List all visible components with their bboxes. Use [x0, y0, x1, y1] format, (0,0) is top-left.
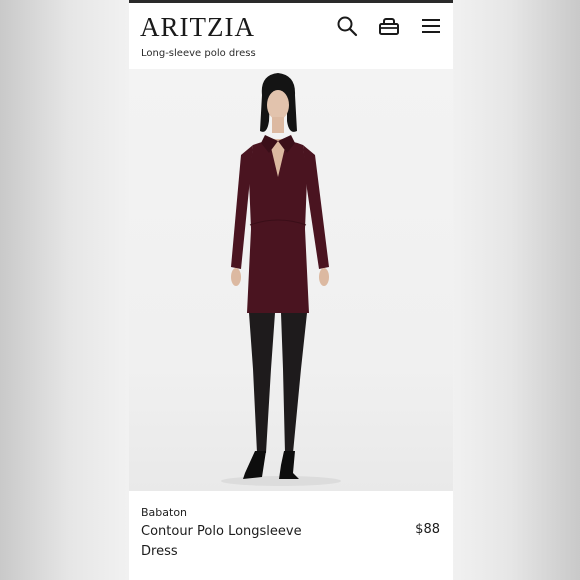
menu-icon[interactable] [420, 15, 442, 37]
site-header: ARITZIA Long-sleeve polo dress [129, 3, 453, 69]
search-icon[interactable] [336, 15, 358, 37]
product-price: $88 [415, 522, 440, 537]
phone-screen: ARITZIA Long-sleeve polo dress Babaton C… [129, 0, 453, 580]
model-illustration [221, 73, 341, 486]
product-brand[interactable]: Babaton [141, 506, 187, 519]
product-name[interactable]: Contour Polo Longsleeve Dress [141, 522, 341, 562]
bag-icon[interactable] [378, 15, 400, 37]
product-image[interactable] [129, 69, 453, 491]
page-subtitle: Long-sleeve polo dress [141, 48, 256, 59]
brand-logo[interactable]: ARITZIA [140, 12, 255, 43]
product-info: Babaton Contour Polo Longsleeve Dress $8… [129, 491, 453, 580]
